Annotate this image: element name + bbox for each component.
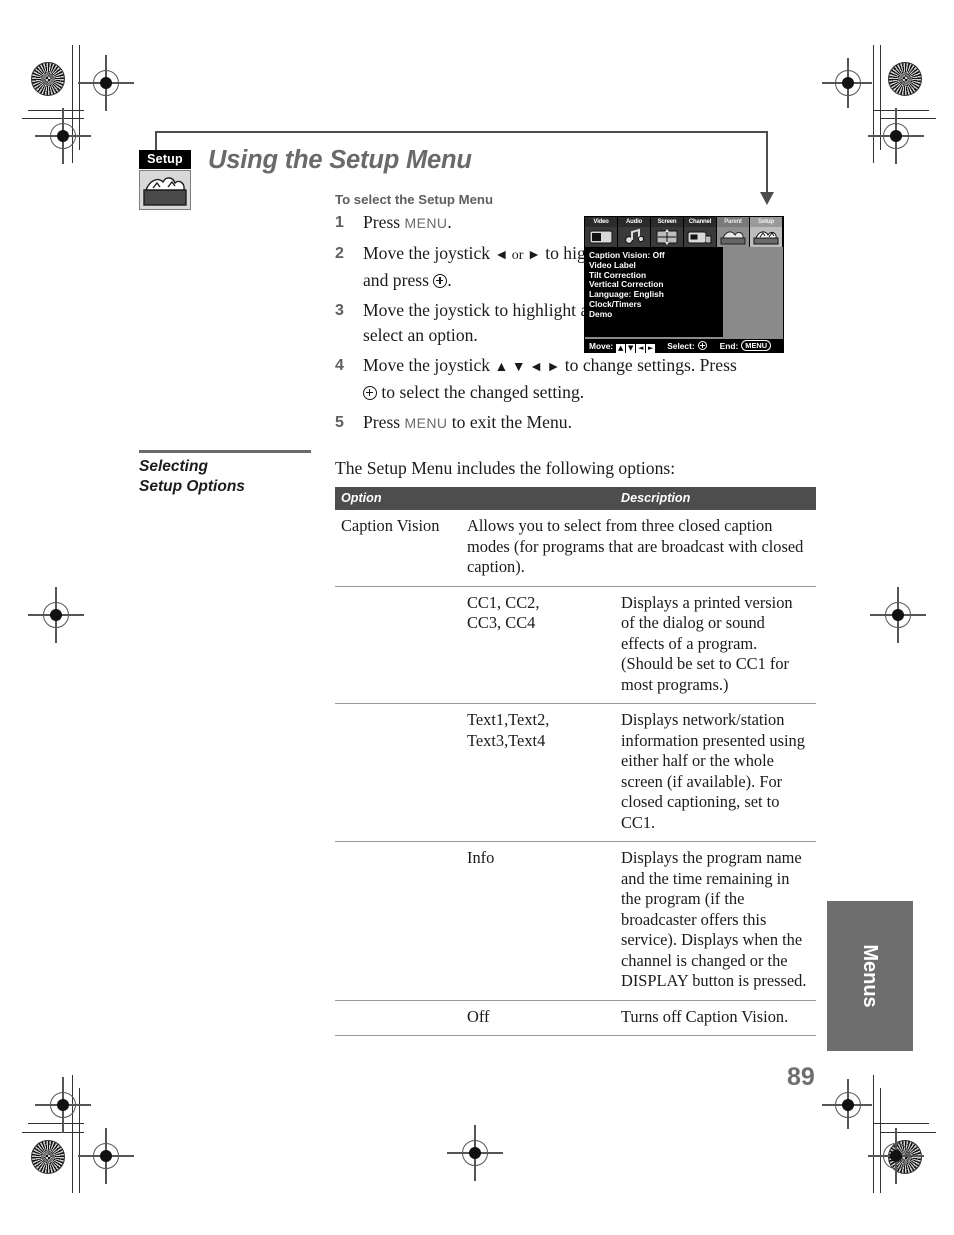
table-header-row: Option Description [335, 487, 816, 510]
cell-option [335, 999, 461, 1036]
setup-icon [139, 170, 191, 210]
tv-setup-icon [750, 227, 783, 247]
rosette-mark [31, 62, 65, 96]
tv-tab-channel: Channel [684, 217, 717, 227]
step-text: Press MENU. [363, 210, 452, 236]
joystick-enter-icon [697, 341, 707, 350]
cell-suboption: Text1,Text2, Text3,Text4 [461, 703, 615, 842]
tv-tab-parent: Parent [717, 217, 750, 227]
rosette-mark [888, 62, 922, 96]
arrow-up-key: ▲ [616, 343, 626, 353]
tv-audio-icon [618, 227, 651, 247]
table-row: Off Turns off Caption Vision. [335, 999, 816, 1036]
step-number: 4 [335, 357, 344, 374]
step-text-prefix: Press [363, 412, 405, 432]
section-heading-line2: Setup Options [139, 478, 245, 495]
page-title: Using the Setup Menu [208, 146, 472, 174]
tv-tab-bar: Video Audio Screen Channel Parent Setup [585, 217, 783, 227]
rosette-mark [31, 1140, 65, 1174]
tv-tab-screen: Screen [651, 217, 684, 227]
key-menu: MENU [404, 415, 448, 431]
tv-parent-icon [717, 227, 750, 247]
thumb-tab: Menus [827, 901, 913, 1051]
key-menu: MENU [404, 215, 448, 231]
tv-move-label: Move: [589, 340, 614, 351]
tv-menu-list: Caption Vision: Off Video Label Tilt Cor… [585, 247, 723, 337]
cell-suboption: Info [461, 841, 615, 1000]
cell-description: Displays a printed version of the dialog… [615, 585, 816, 704]
tv-tab-audio: Audio [618, 217, 651, 227]
column-header-option: Option [335, 487, 615, 510]
tv-osd-screenshot: Video Audio Screen Channel Parent Setup … [584, 216, 784, 353]
arrow-left-key: ◄ [636, 343, 646, 353]
step-text: Move the joystick ▲ ▼ ◄ ► to change sett… [363, 353, 755, 405]
step-number: 1 [335, 214, 344, 231]
cell-description: Turns off Caption Vision. [615, 999, 816, 1036]
arrow-down-key: ▼ [626, 343, 636, 353]
tv-screen-icon [651, 227, 684, 247]
step-text-suffix: to select the changed setting. [377, 382, 585, 402]
cell-description: Allows you to select from three closed c… [467, 516, 804, 576]
step-text-prefix: Move the joystick [363, 355, 495, 375]
arrow-four-way-icon: ▲ ▼ ◄ ► [494, 360, 561, 375]
step-item: 5 Press MENU to exit the Menu. [335, 410, 755, 436]
options-table: Option Description Caption Vision Allows… [335, 487, 816, 1036]
tv-select-label: Select: [667, 340, 695, 351]
step-text-suffix: . [447, 270, 452, 290]
setup-badge: Setup [139, 150, 195, 210]
thumb-tab-label: Menus [859, 944, 881, 1008]
cell-suboption: Off [461, 999, 615, 1036]
column-header-description: Description [615, 487, 816, 510]
cell-option [335, 585, 461, 704]
joystick-enter-icon [433, 274, 448, 288]
table-row: Text1,Text2, Text3,Text4 Displays networ… [335, 703, 816, 842]
cell-option [335, 703, 461, 842]
tv-move-keys: ▲ ▼ ◄ ► [616, 337, 656, 355]
setup-badge-label: Setup [139, 150, 191, 169]
cell-option [335, 841, 461, 1000]
step-text-mid: to change settings. Press [560, 355, 737, 375]
tv-icon-bar [585, 227, 783, 247]
table-row: Info Displays the program name and the t… [335, 841, 816, 1000]
cell-description: Displays the program name and the time r… [615, 841, 816, 1000]
section-heading-line1: Selecting [139, 458, 208, 475]
step-text: Press MENU to exit the Menu. [363, 410, 572, 436]
joystick-enter-icon [363, 386, 377, 400]
tv-tab-video: Video [585, 217, 618, 227]
cell-option: Caption Vision [341, 516, 440, 535]
tv-panel-right-blank [723, 247, 783, 337]
cell-description: Displays network/station information pre… [615, 703, 816, 842]
arrow-right-key: ► [646, 343, 656, 353]
page-number: 89 [787, 1063, 815, 1091]
procedure-heading: To select the Setup Menu [335, 192, 494, 207]
step-text-suffix: . [447, 212, 452, 232]
tv-menu-key: MENU [741, 340, 772, 351]
step-text-prefix: Move the joystick [363, 243, 495, 263]
step-text-suffix: to exit the Menu. [447, 412, 572, 432]
table-intro: The Setup Menu includes the following op… [335, 458, 676, 478]
tv-channel-icon [684, 227, 717, 247]
arrow-left-right-icon: ◄ or ► [494, 248, 541, 263]
tv-status-bar: Move: ▲ ▼ ◄ ► Select: End: MENU [585, 337, 783, 355]
table-row: Caption Vision Allows you to select from… [335, 510, 816, 586]
step-item: 4 Move the joystick ▲ ▼ ◄ ► to change se… [335, 353, 755, 405]
section-rule [139, 450, 311, 453]
tv-tab-setup: Setup [750, 217, 783, 227]
table-row: CC1, CC2, CC3, CC4 Displays a printed ve… [335, 585, 816, 704]
step-number: 5 [335, 414, 344, 431]
tv-video-icon [585, 227, 618, 247]
section-heading: Selecting Setup Options [139, 457, 329, 497]
tv-end-label: End: [719, 340, 739, 351]
tv-panel: Caption Vision: Off Video Label Tilt Cor… [585, 247, 783, 337]
step-number: 3 [335, 302, 344, 319]
tv-menu-item: Demo [589, 308, 613, 319]
cell-suboption: CC1, CC2, CC3, CC4 [461, 585, 615, 704]
step-number: 2 [335, 245, 344, 262]
step-text-prefix: Press [363, 212, 405, 232]
